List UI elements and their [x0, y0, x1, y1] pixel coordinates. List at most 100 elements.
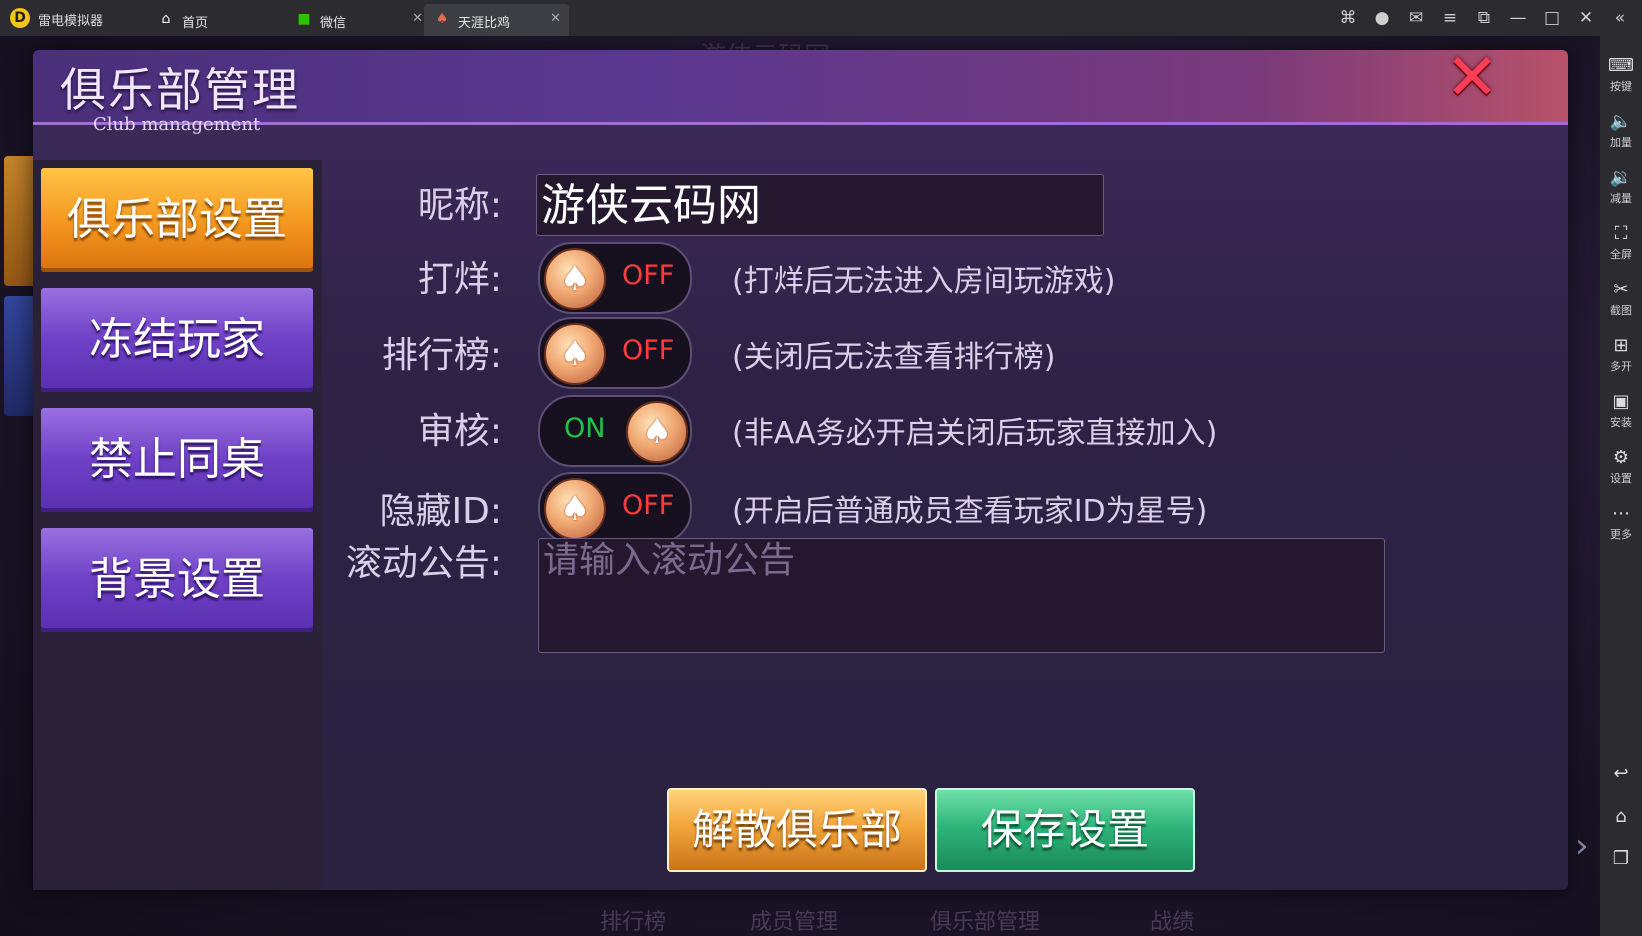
spade-icon: ♠	[559, 334, 591, 374]
review-label: 审核:	[417, 411, 502, 452]
toggle-knob: ♠	[544, 323, 606, 385]
ranking-label: 排行榜:	[381, 335, 502, 376]
sidebar-item-multi-instance[interactable]: ⊞ 多开	[1600, 330, 1642, 380]
dissolve-club-button[interactable]: 解散俱乐部	[667, 788, 927, 872]
game-viewport: 游侠云码网 排行榜 成员管理 俱乐部管理 战绩 › 俱乐部管理 Club man…	[0, 36, 1600, 936]
toggle-knob: ♠	[626, 401, 688, 463]
game-icon: ♠	[435, 11, 449, 27]
background-nav-item: 排行榜	[600, 910, 667, 935]
app-logo-icon: D	[10, 8, 30, 28]
closed-label: 打烊:	[417, 259, 502, 300]
wechat-icon: ■	[297, 11, 311, 27]
sidebar-item-label: 加量	[1610, 136, 1632, 149]
sidebar-item-keys[interactable]: ⌨ 按键	[1600, 50, 1642, 100]
sidebar-item-label: 按键	[1610, 80, 1632, 93]
hide-id-hint: (开启后普通成员查看玩家ID为星号)	[732, 494, 1208, 529]
club-management-dialog: 俱乐部管理 Club management ✕ 俱乐部设置 冻结玩家 禁止同桌 …	[33, 46, 1568, 890]
recent-apps-icon[interactable]: ❐	[1600, 844, 1642, 874]
sidebar-item-more[interactable]: ⋯ 更多	[1600, 498, 1642, 548]
closed-toggle[interactable]: ♠ OFF	[538, 242, 692, 314]
toggle-state: ON	[564, 413, 606, 444]
notice-label: 滚动公告:	[345, 543, 502, 584]
background-nav-item: 成员管理	[750, 910, 839, 935]
close-icon[interactable]: ✕	[1441, 46, 1503, 110]
save-settings-button[interactable]: 保存设置	[935, 788, 1195, 872]
notice-field-box	[538, 538, 1385, 653]
ranking-toggle[interactable]: ♠ OFF	[538, 317, 692, 389]
titlebar-controls: ⌘ ● ✉ ≡ ⧉ — □ ✕ «	[1338, 6, 1630, 30]
menu-no-same-table[interactable]: 禁止同桌	[41, 408, 313, 512]
menu-icon[interactable]: ≡	[1440, 6, 1460, 30]
gamepad-icon[interactable]: ⌘	[1338, 6, 1358, 30]
menu-background-settings[interactable]: 背景设置	[41, 528, 313, 632]
close-window-icon[interactable]: ✕	[1576, 6, 1596, 30]
toggle-state: OFF	[622, 335, 675, 366]
menu-club-settings[interactable]: 俱乐部设置	[41, 168, 313, 272]
collapse-sidebar-icon[interactable]: «	[1610, 6, 1630, 30]
spade-icon: ♠	[559, 259, 591, 299]
back-icon[interactable]: ↩	[1600, 759, 1642, 789]
tab-label: 首页	[182, 16, 209, 31]
tab-close-icon[interactable]: ✕	[550, 11, 561, 26]
sidebar-item-volume-down[interactable]: 🔉 减量	[1600, 162, 1642, 212]
multi-instance-icon: ⊞	[1613, 335, 1629, 356]
gear-icon: ⚙	[1612, 447, 1630, 468]
review-hint: (非AA务必开启关闭后玩家直接加入)	[732, 416, 1218, 451]
mail-icon[interactable]: ✉	[1406, 6, 1426, 30]
sidebar-item-fullscreen[interactable]: ⛶ 全屏	[1600, 218, 1642, 268]
volume-down-icon: 🔉	[1609, 167, 1633, 188]
dialog-header: 俱乐部管理 Club management ✕	[33, 46, 1568, 135]
android-home-icon[interactable]: ⌂	[1600, 802, 1642, 832]
hide-id-toggle[interactable]: ♠ OFF	[538, 472, 692, 544]
closed-hint: (打烊后无法进入房间玩游戏)	[732, 264, 1116, 299]
spade-icon: ♠	[641, 412, 673, 452]
sidebar-item-screenshot[interactable]: ✂ 截图	[1600, 274, 1642, 324]
sidebar-item-label: 多开	[1610, 360, 1632, 373]
review-toggle[interactable]: ♠ ON	[538, 395, 692, 467]
emulator-titlebar: D 雷电模拟器 ⌂ 首页 ■ 微信 ✕ ♠ 天涯比鸡 ✕ ⌘ ● ✉ ≡ ⧉ —…	[0, 0, 1642, 36]
keyboard-icon: ⌨	[1608, 55, 1634, 76]
spade-icon: ♠	[559, 489, 591, 529]
toggle-state: OFF	[622, 260, 675, 291]
menu-panel: 俱乐部设置 冻结玩家 禁止同桌 背景设置	[33, 160, 322, 890]
settings-form: 昵称: 游侠云码网 打烊: ♠ OFF (打烊后无法进入房间玩游戏) 排行榜: …	[322, 160, 1568, 890]
ranking-hint: (关闭后无法查看排行榜)	[732, 340, 1056, 375]
tab-label: 微信	[320, 16, 347, 31]
chevron-right-icon: ›	[1575, 826, 1589, 866]
background-nav-item: 俱乐部管理	[930, 910, 1041, 935]
fullscreen-icon: ⛶	[1614, 223, 1628, 244]
sidebar-item-install[interactable]: ▣ 安装	[1600, 386, 1642, 436]
sidebar-item-label: 安装	[1610, 416, 1632, 429]
sidebar-item-label: 截图	[1610, 304, 1632, 317]
minimize-icon[interactable]: —	[1508, 6, 1528, 30]
sidebar-item-label: 更多	[1610, 528, 1632, 541]
background-nav-item: 战绩	[1150, 910, 1195, 935]
volume-up-icon: 🔈	[1609, 111, 1633, 132]
notice-input[interactable]	[539, 539, 1384, 652]
toggle-state: OFF	[622, 490, 675, 521]
more-icon: ⋯	[1612, 503, 1630, 524]
user-avatar-icon[interactable]: ●	[1372, 6, 1392, 30]
emulator-sidebar: ⌨ 按键 🔈 加量 🔉 减量 ⛶ 全屏 ✂ 截图 ⊞ 多开 ▣ 安装 ⚙ 设置 …	[1600, 36, 1642, 936]
tab-label: 天涯比鸡	[458, 16, 511, 31]
nickname-field[interactable]: 游侠云码网	[536, 174, 1104, 236]
toggle-knob: ♠	[544, 478, 606, 540]
tab-close-icon[interactable]: ✕	[412, 11, 423, 26]
nickname-label: 昵称:	[417, 185, 502, 226]
tab-game[interactable]: ♠ 天涯比鸡 ✕	[424, 4, 569, 36]
menu-freeze-players[interactable]: 冻结玩家	[41, 288, 313, 392]
scissors-icon: ✂	[1613, 279, 1629, 300]
dialog-title: 俱乐部管理	[60, 63, 300, 117]
app-name: 雷电模拟器	[38, 14, 104, 29]
home-icon: ⌂	[161, 11, 171, 27]
tab-home[interactable]: ⌂ 首页	[148, 4, 293, 36]
apk-icon: ▣	[1612, 391, 1630, 412]
window-mode-icon[interactable]: ⧉	[1474, 6, 1494, 30]
sidebar-item-settings[interactable]: ⚙ 设置	[1600, 442, 1642, 492]
maximize-icon[interactable]: □	[1542, 6, 1562, 30]
sidebar-item-label: 全屏	[1610, 248, 1632, 261]
sidebar-item-label: 设置	[1610, 472, 1632, 485]
dialog-subtitle: Club management	[93, 114, 261, 135]
tab-wechat[interactable]: ■ 微信 ✕	[286, 4, 431, 36]
sidebar-item-volume-up[interactable]: 🔈 加量	[1600, 106, 1642, 156]
